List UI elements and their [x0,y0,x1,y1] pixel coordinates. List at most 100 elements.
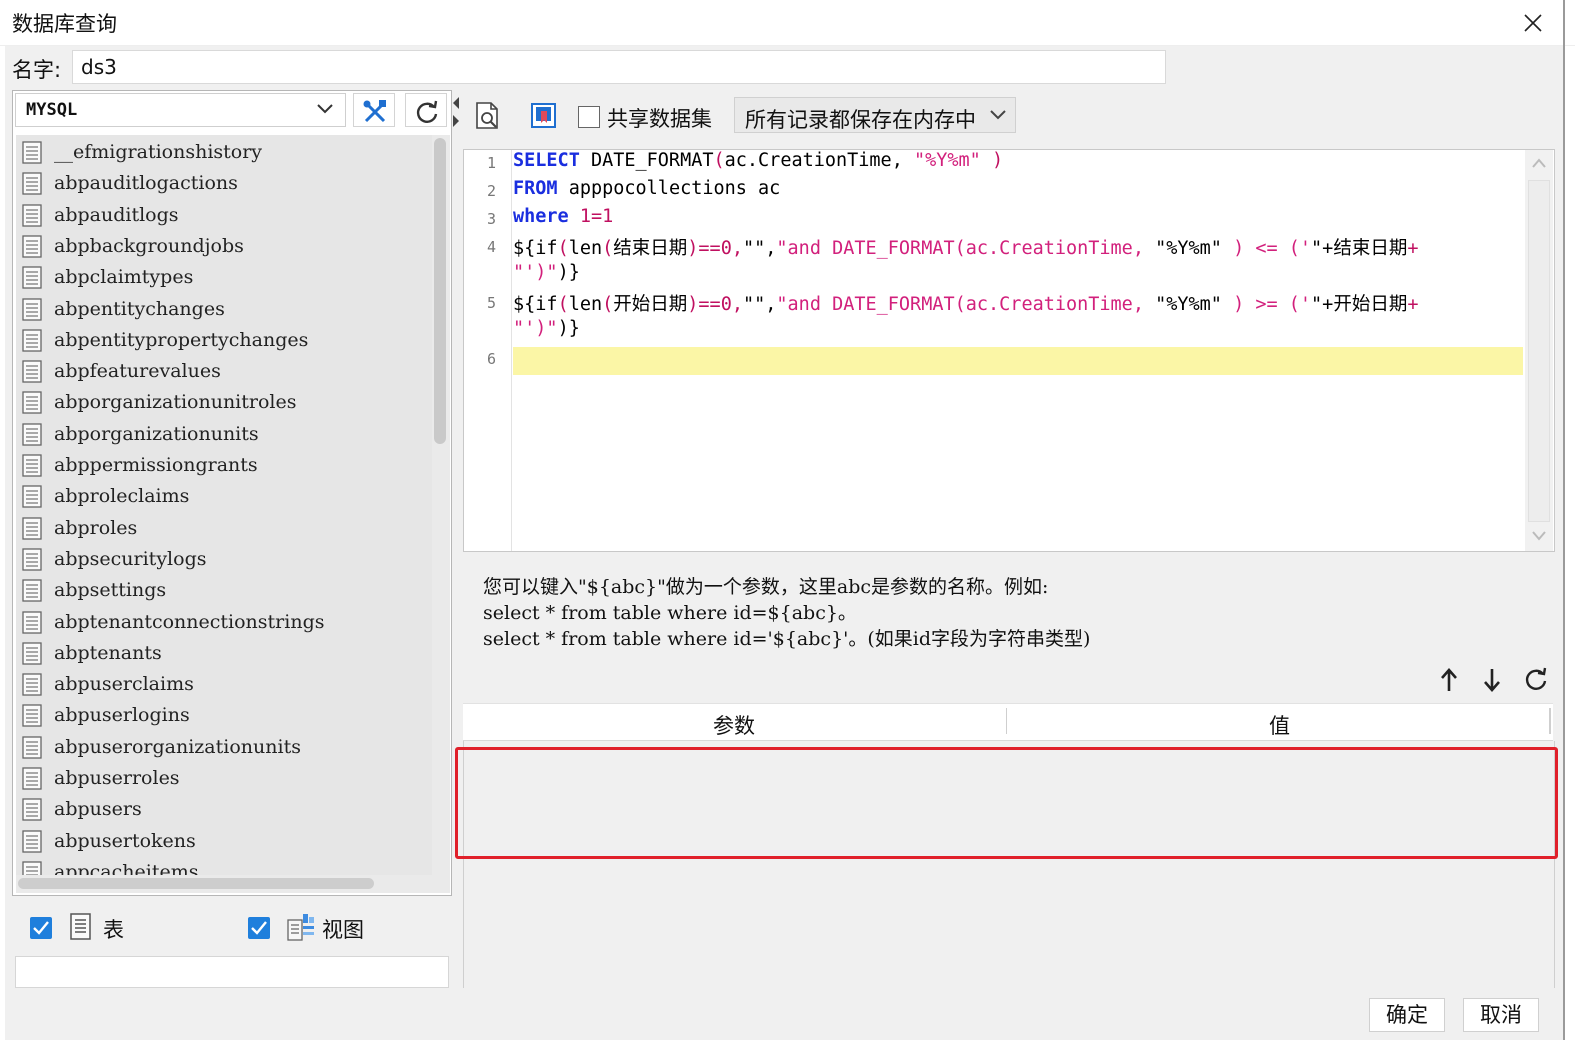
table-icon [22,829,42,853]
param-hint-line3: select * from table where id='${abc}'。(如… [483,628,1091,650]
column-divider[interactable] [1006,708,1007,734]
table-search-field[interactable] [15,956,449,988]
edit-connection-button[interactable] [353,93,395,127]
code-line: "')")} [513,262,580,283]
table-list-item[interactable]: abpsecuritylogs [16,544,432,575]
window-bottom-strip [0,1040,1575,1050]
code-line: "')")} [513,318,580,339]
code-token: SELECT [513,150,580,171]
table-list-item-label: abpclaimtypes [54,266,194,289]
table-list-item-label: abporganizationunitroles [54,391,297,414]
table-list-item[interactable]: abptenants [16,638,432,669]
table-list: __efmigrationshistory abpauditlogactions a… [16,135,432,875]
view-icon [287,914,314,941]
table-list-item[interactable]: abppermissiongrants [16,450,432,481]
table-list-item[interactable]: abporganizationunits [16,419,432,450]
code-token: 开始日期 [1333,294,1408,315]
table-list-item-label: abpauditlogs [54,203,179,226]
table-filter-checkbox[interactable] [30,917,52,939]
code-token: + [1407,294,1419,315]
table-list-item[interactable]: abpuserorganizationunits [16,732,432,763]
table-list-item[interactable]: abpfeaturevalues [16,356,432,387]
table-list-item[interactable]: appcacheitems [16,857,432,875]
table-list-item[interactable]: abpclaimtypes [16,262,432,293]
code-token: "", [742,294,777,315]
share-dataset-checkbox[interactable] [578,106,600,128]
table-icon [22,861,42,875]
table-icon [22,736,42,759]
value-column-header[interactable]: 值 [1269,710,1290,740]
table-list-item-label: abpentitypropertychanges [54,328,309,351]
code-token: len [568,238,603,259]
close-icon [1524,14,1542,32]
line-number: 6 [486,350,496,368]
table-list-item-label: abpentitychanges [54,297,225,320]
table-icon [22,454,42,477]
table-list-item[interactable]: abpuserlogins [16,700,432,731]
table-list-item[interactable]: abpuserclaims [16,669,432,700]
code-line: ${if(len(结束日期)==0,"","and DATE_FORMAT(ac… [513,234,1418,260]
table-list-item-label: __efmigrationshistory [54,141,263,163]
preview-button[interactable] [470,97,506,133]
table-icon [22,704,42,728]
table-list-item[interactable]: abporganizationunitroles [16,387,432,418]
table-list-item[interactable]: abpentitychanges [16,294,432,325]
table-list-item[interactable]: abproleclaims [16,481,432,512]
table-icon [22,391,42,415]
table-list-item[interactable]: abptenantconnectionstrings [16,607,432,638]
scroll-down-icon[interactable] [1531,530,1547,542]
table-list-item-label: abpfeaturevalues [54,360,221,383]
table-list-item[interactable]: abpauditlogs [16,200,432,231]
table-icon [22,423,42,446]
code-token: "%Y%m" [1155,238,1222,259]
connection-select[interactable]: MYSQL [15,93,346,127]
move-down-button[interactable] [1475,662,1509,696]
table-list-item[interactable]: abpusers [16,794,432,825]
table-list-item[interactable]: abpuserroles [16,763,432,794]
chevron-down-icon [317,104,333,114]
table-list-item[interactable]: abpusertokens [16,826,432,857]
code-token: "%Y%m" [1155,294,1222,315]
table-list-item-label: abpsettings [54,579,167,602]
table-list-item-label: abpuserclaims [54,673,194,696]
scroll-up-icon[interactable] [1531,157,1547,169]
table-icon [22,203,42,227]
refresh-tables-button[interactable] [405,93,447,127]
table-icon [22,673,42,696]
table-list-hscroll-thumb[interactable] [18,878,374,889]
checkmark-icon [251,921,267,935]
code-token: 开始日期 [613,294,688,315]
view-filter-checkbox[interactable] [248,917,270,939]
checkmark-icon [33,921,49,935]
column-divider[interactable] [1549,708,1551,734]
table-icon [22,297,42,321]
save-button[interactable] [526,97,562,133]
table-list-item[interactable]: abpentitypropertychanges [16,325,432,356]
table-icon [22,610,42,634]
arrow-down-icon [1484,669,1500,692]
code-token: ( [557,238,569,259]
refresh-icon [1525,667,1547,690]
ok-button[interactable]: 确定 [1369,998,1445,1032]
cancel-button[interactable]: 取消 [1463,998,1539,1032]
table-icon [22,360,42,383]
code-token: "+ [1311,238,1334,259]
table-list-item[interactable]: abproles [16,513,432,544]
code-token: ) >= (' [1221,294,1312,315]
table-list-item[interactable]: abpauditlogactions [16,168,432,199]
table-list-item[interactable]: abpbackgroundjobs [16,231,432,262]
table-icon [22,642,42,665]
move-up-button[interactable] [1432,662,1466,696]
refresh-params-button[interactable] [1519,662,1553,696]
name-input[interactable] [72,50,1166,84]
table-list-item[interactable]: abpsettings [16,575,432,606]
param-column-header[interactable]: 参数 [713,710,755,740]
close-button[interactable] [1515,6,1551,40]
table-list-item-label: appcacheitems [54,860,199,875]
memory-mode-select[interactable]: 所有记录都保存在内存中 [734,97,1016,133]
table-list-item[interactable]: __efmigrationshistory [16,137,432,168]
collapse-arrows-icon[interactable] [451,95,461,129]
editor-vscroll-thumb[interactable] [1528,180,1550,522]
code-token: 结束日期 [613,238,688,259]
table-list-vscroll-thumb[interactable] [434,138,446,444]
